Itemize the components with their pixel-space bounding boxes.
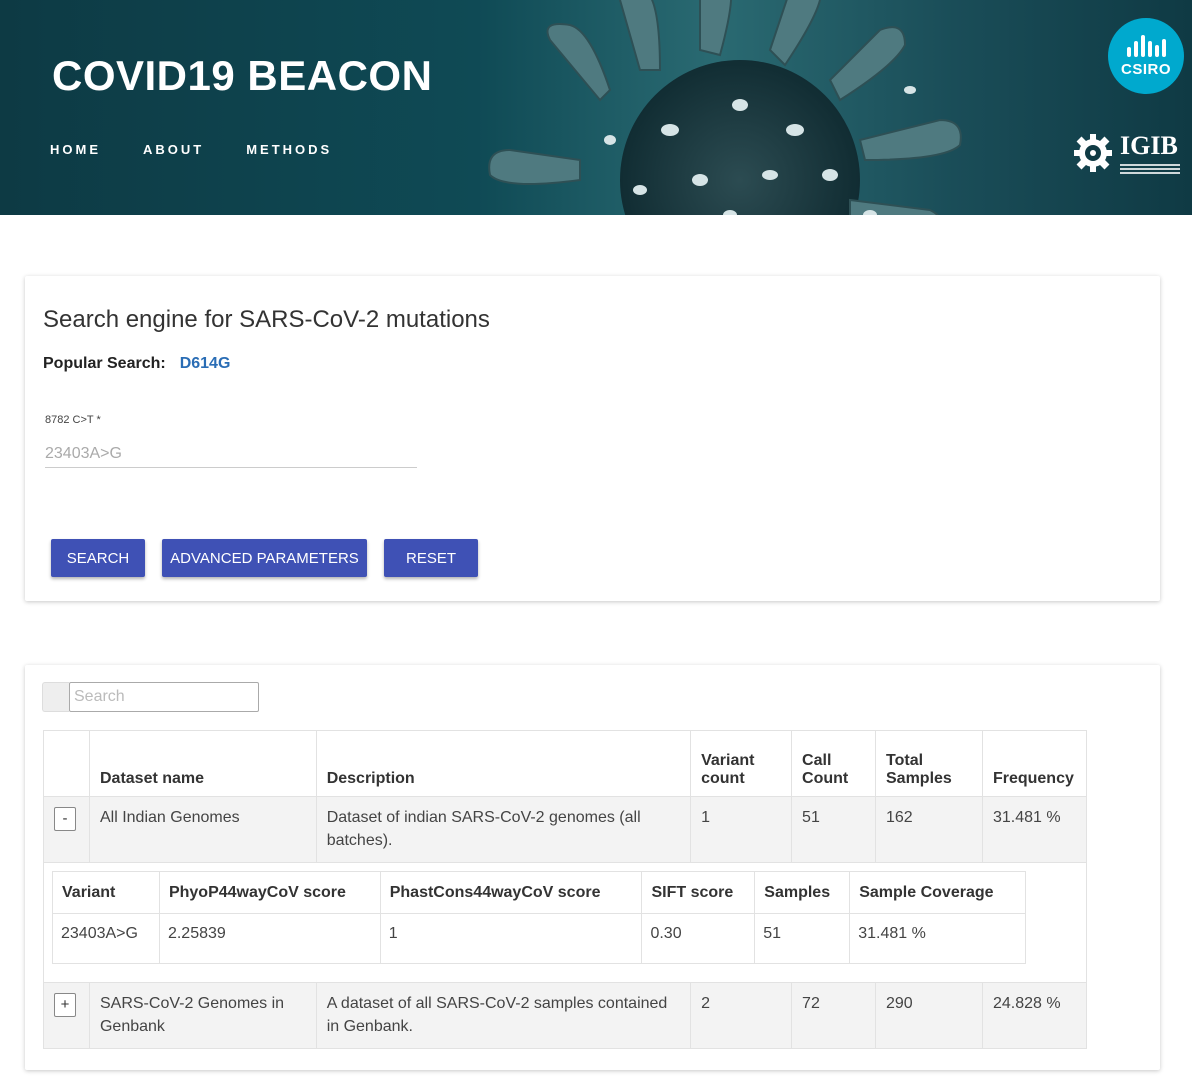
cell-total-samples: 162 — [875, 796, 983, 863]
cell-sift-score: 0.30 — [641, 913, 756, 964]
col-sample-coverage: Sample Coverage — [849, 871, 1026, 914]
reset-button[interactable]: RESET — [384, 539, 478, 577]
cell-variant-count: 1 — [690, 796, 793, 863]
table-header-row: Dataset name Description Variant count Ca… — [43, 730, 1088, 797]
expanded-detail-row: Variant PhyoP44wayCoV score PhastCons44w… — [43, 862, 1087, 983]
igib-logo[interactable]: IGIB — [1072, 132, 1180, 174]
table-row: - All Indian Genomes Dataset of indian S… — [43, 796, 1088, 863]
nav-home[interactable]: HOME — [50, 142, 101, 157]
cell-frequency: 24.828 % — [981, 982, 1088, 1049]
csiro-logo-icon[interactable]: CSIRO — [1108, 18, 1184, 94]
detail-header-row: Variant PhyoP44wayCoV score PhastCons44w… — [52, 871, 1026, 914]
col-frequency[interactable]: Frequency — [981, 730, 1088, 797]
table-search-addon — [42, 682, 69, 712]
popular-search: Popular Search: D614G — [43, 355, 230, 373]
variant-detail-table: Variant PhyoP44wayCoV score PhastCons44w… — [52, 871, 1026, 964]
cell-call-count: 72 — [791, 982, 876, 1049]
expand-row-button[interactable]: + — [54, 993, 76, 1017]
csiro-bars-icon — [1126, 34, 1166, 57]
virus-illustration — [488, 0, 962, 215]
col-total-samples[interactable]: Total Samples — [875, 730, 983, 797]
table-row: + SARS-CoV-2 Genomes in Genbank A datase… — [43, 982, 1088, 1049]
col-description[interactable]: Description — [315, 730, 692, 797]
col-toggle — [43, 730, 90, 797]
cell-call-count: 51 — [791, 796, 876, 863]
mutation-field-label: 8782 C>T * — [45, 414, 101, 426]
nav-about[interactable]: ABOUT — [143, 142, 204, 157]
cell-dataset-name: All Indian Genomes — [88, 796, 317, 863]
main-nav: HOME ABOUT METHODS — [50, 142, 332, 157]
results-table: Dataset name Description Variant count Ca… — [43, 730, 1088, 1049]
collapse-row-button[interactable]: - — [54, 807, 76, 831]
col-samples: Samples — [754, 871, 851, 914]
cell-phyop-score: 2.25839 — [158, 913, 381, 964]
col-phyop-score: PhyoP44wayCoV score — [158, 871, 381, 914]
search-button[interactable]: SEARCH — [51, 539, 145, 577]
col-variant-count[interactable]: Variant count — [690, 730, 793, 797]
col-sift-score: SIFT score — [641, 871, 756, 914]
mutation-input[interactable] — [45, 440, 417, 468]
igib-gear-icon — [1074, 134, 1112, 172]
cell-total-samples: 290 — [875, 982, 983, 1049]
cell-frequency: 31.481 % — [981, 796, 1088, 863]
site-title: COVID19 BEACON — [52, 52, 433, 99]
popular-search-label: Popular Search: — [43, 355, 166, 372]
cell-phastcons-score: 1 — [379, 913, 643, 964]
cell-variant-count: 2 — [690, 982, 793, 1049]
detail-row: 23403A>G 2.25839 1 0.30 51 31.481 % — [52, 913, 1026, 964]
col-phastcons-score: PhastCons44wayCoV score — [379, 871, 643, 914]
search-card-title: Search engine for SARS-CoV-2 mutations — [43, 306, 490, 333]
advanced-parameters-button[interactable]: ADVANCED PARAMETERS — [162, 539, 367, 577]
cell-variant: 23403A>G — [52, 913, 160, 964]
cell-samples: 51 — [754, 913, 851, 964]
table-search — [42, 682, 259, 712]
igib-subtext-lines — [1120, 162, 1180, 174]
cell-sample-coverage: 31.481 % — [849, 913, 1026, 964]
cell-dataset-name: SARS-CoV-2 Genomes in Genbank — [88, 982, 317, 1049]
results-card: Dataset name Description Variantcount Ca… — [25, 665, 1160, 1070]
igib-logo-text: IGIB — [1120, 130, 1178, 160]
csiro-logo-text: CSIRO — [1120, 60, 1171, 78]
table-search-input[interactable] — [69, 682, 259, 712]
cell-description: A dataset of all SARS-CoV-2 samples cont… — [315, 982, 692, 1049]
col-dataset-name[interactable]: Dataset name — [88, 730, 317, 797]
nav-methods[interactable]: METHODS — [246, 142, 332, 157]
col-variant: Variant — [52, 871, 160, 914]
search-card: Search engine for SARS-CoV-2 mutations P… — [25, 276, 1160, 601]
col-call-count[interactable]: Call Count — [791, 730, 876, 797]
popular-search-link[interactable]: D614G — [180, 355, 231, 373]
site-header: COVID19 BEACON HOME ABOUT METHODS CSIRO — [0, 0, 1192, 215]
cell-description: Dataset of indian SARS-CoV-2 genomes (al… — [315, 796, 692, 863]
